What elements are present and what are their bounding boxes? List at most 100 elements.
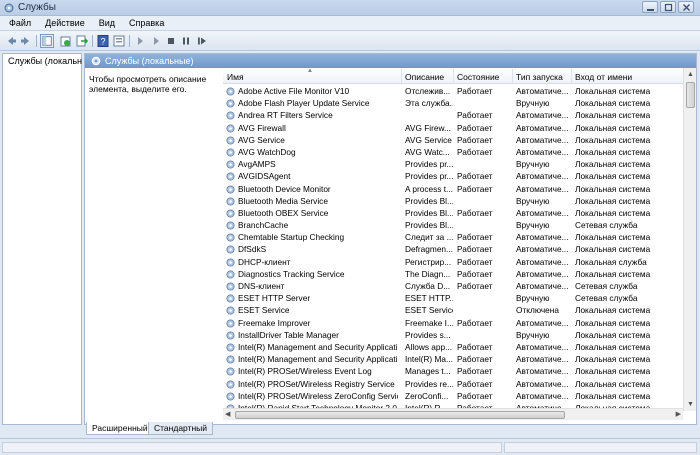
show-console-tree-icon[interactable] [40,34,54,48]
table-row[interactable]: Intel(R) Management and Security Applica… [223,353,683,365]
table-row[interactable]: Diagnostics Tracking Service The Diagn...… [223,268,683,280]
restart-icon[interactable] [195,34,209,48]
table-row[interactable]: InstallDriver Table Manager Provides s...… [223,329,683,341]
pause-icon[interactable] [179,34,193,48]
table-row[interactable]: BranchCache Provides Bl... Вручную Сетевая … [223,219,683,231]
table-row[interactable]: Intel(R) PROSet/Wireless Registry Servic… [223,378,683,390]
column-header-log-on-as[interactable]: Вход от имени [575,72,632,82]
service-log-on-as: Локальная система [575,341,651,352]
menu-help[interactable]: Справка [121,16,170,28]
menu-file[interactable]: Файл [0,16,37,28]
column-header-status[interactable]: Состояние [457,72,499,82]
table-row[interactable]: Adobe Active File Monitor V10 Отслежив...… [223,85,683,97]
table-row[interactable]: ESET Service ESET Service Отключена Локальн… [223,304,683,316]
table-row[interactable]: Freemake Improver Freemake I... Работает Ав… [223,317,683,329]
service-gear-icon [226,379,235,389]
start-alt-icon[interactable] [149,34,163,48]
service-startup-type: Вручную [516,293,550,304]
service-description-cell: Отслежив... [405,86,451,96]
service-gear-icon [226,270,235,279]
table-row[interactable]: Bluetooth Device Monitor A process t... Ра… [223,183,683,195]
scroll-up-icon[interactable]: ▲ [686,70,695,79]
service-gear-icon [226,221,235,230]
table-row[interactable]: Adobe Flash Player Update Service Эта слу… [223,97,683,109]
stop-icon[interactable] [164,34,178,48]
table-row[interactable]: Bluetooth OBEX Service Provides Bl... Рабо… [223,207,683,219]
table-row[interactable]: Bluetooth Media Service Provides Bl... Вру… [223,195,683,207]
table-row[interactable]: AvgAMPS Provides pr... Вручную Локальная си… [223,158,683,170]
service-description-cell: AVG Service [405,134,452,145]
service-startup-type: Автоматиче... [516,207,569,218]
service-gear-icon [226,124,235,133]
help-icon[interactable]: ? [96,34,110,48]
refresh-icon[interactable] [59,34,73,48]
service-startup-type: Вручную [516,159,550,170]
properties-icon[interactable] [112,34,126,48]
vertical-scroll-thumb[interactable] [686,82,695,108]
minimize-button[interactable] [642,1,658,13]
column-header-description[interactable]: Описание [405,72,444,82]
scroll-left-icon[interactable]: ◀ [225,410,230,418]
column-header-startup-type[interactable]: Тип запуска [516,72,563,82]
services-app-icon [4,3,14,13]
service-gear-icon [226,245,235,254]
table-row[interactable]: AVG Firewall AVG Firew... Работает Автомати… [223,122,683,134]
service-startup-type: Вручную [516,195,550,206]
service-status: Работает [457,390,493,401]
view-tabs: Расширенный Стандартный [84,422,697,435]
menu-action[interactable]: Действие [37,16,91,28]
pane-header-title: Службы (локальные) [105,56,194,66]
tab-extended[interactable]: Расширенный [86,422,154,435]
service-log-on-as: Локальная система [575,134,651,145]
table-row[interactable]: DHCP-клиент Регистрир... Работает Автоматич… [223,256,683,268]
service-description-cell: ESET Service [405,305,453,316]
table-body: Adobe Active File Monitor V10 Отслежив...… [223,85,683,408]
service-name: Bluetooth Device Monitor [238,183,331,194]
horizontal-scroll-thumb[interactable] [235,411,565,419]
table-row[interactable]: ESET HTTP Server ESET HTTP... Вручную Сетев… [223,292,683,304]
column-header-name[interactable]: Имя [227,72,244,82]
service-status: Работает [457,110,493,121]
tab-standard[interactable]: Стандартный [148,422,214,435]
table-row[interactable]: Intel(R) PROSet/Wireless Event Log Manage… [223,365,683,377]
vertical-scrollbar[interactable]: ▲ ▼ [683,68,696,411]
scroll-down-icon[interactable]: ▼ [686,400,695,409]
service-description-cell: Эта служба... [405,98,453,109]
service-name: Bluetooth OBEX Service [238,207,329,218]
table-row[interactable]: AVG Service AVG Service Работает Автоматиче… [223,134,683,146]
pane-header: Службы (локальные) [85,54,696,68]
menu-view[interactable]: Вид [91,16,121,28]
service-description-cell: Freemake I... [405,317,453,328]
svg-text:?: ? [100,37,105,47]
service-gear-icon [226,209,235,218]
service-gear-icon [226,197,235,206]
service-description-cell: Provides re... [405,378,453,389]
start-icon[interactable] [133,34,147,48]
table-row[interactable]: DfSdkS Defragmen... Работает Автоматиче... Л… [223,243,683,255]
table-row[interactable]: AVGIDSAgent Provides pr... Работает Автомат… [223,170,683,182]
service-name: Freemake Improver [238,317,311,328]
maximize-button[interactable] [660,1,676,13]
back-icon[interactable] [4,34,18,48]
service-name: DNS-клиент [238,281,285,291]
export-icon[interactable] [75,34,89,48]
sort-ascending-icon: ▲ [307,68,313,74]
service-startup-type: Автоматиче... [516,268,569,279]
table-row[interactable]: Andrea RT Filters Service Работает Автомат… [223,109,683,121]
horizontal-scrollbar[interactable]: ◀ ▶ [223,408,683,420]
service-startup-type: Автоматиче... [516,232,569,243]
table-row[interactable]: DNS-клиент Служба D... Работает Автоматиче.… [223,280,683,292]
forward-icon[interactable] [19,34,33,48]
service-log-on-as: Локальная система [575,317,651,328]
service-gear-icon [226,172,235,181]
service-description-cell: A process t... [405,183,453,194]
scroll-right-icon[interactable]: ▶ [676,410,681,418]
service-log-on-as: Локальная система [575,232,651,243]
tree-item-services-local[interactable]: Службы (локальные) [6,56,82,66]
table-row[interactable]: Intel(R) PROSet/Wireless ZeroConfig Serv… [223,390,683,402]
service-startup-type: Автоматиче... [516,244,569,255]
table-row[interactable]: AVG WatchDog AVG Watc... Работает Автоматич… [223,146,683,158]
table-row[interactable]: Intel(R) Management and Security Applica… [223,341,683,353]
close-button[interactable] [678,1,694,13]
table-row[interactable]: Chemtable Startup Checking Следит за ... Р… [223,231,683,243]
